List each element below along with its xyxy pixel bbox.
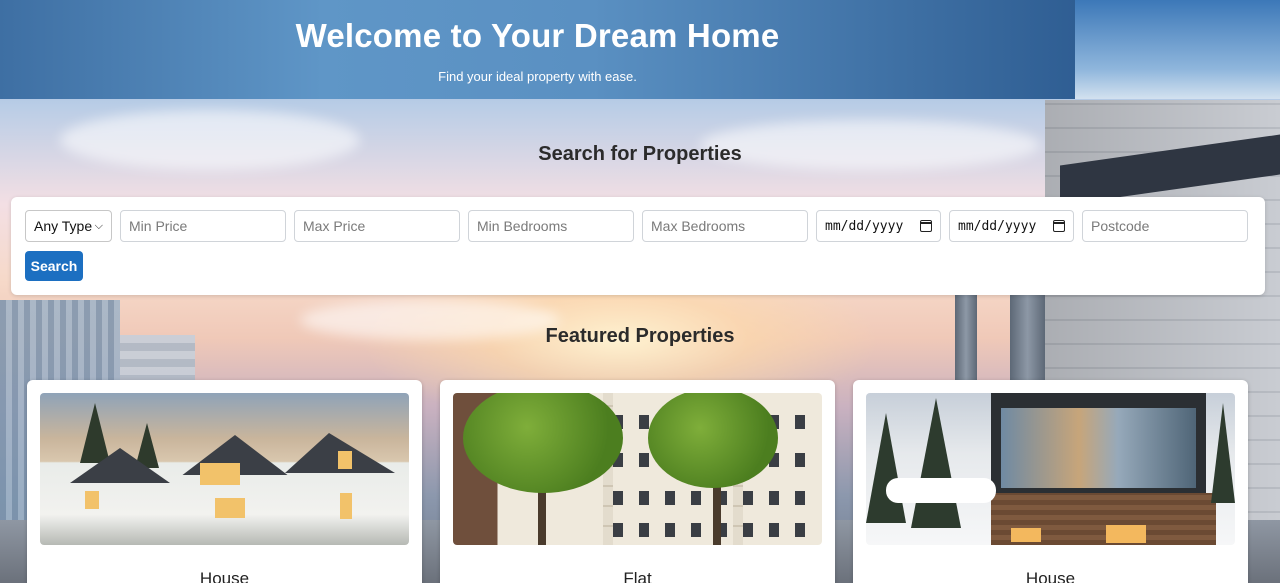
- photo-tree: [1211, 403, 1235, 503]
- photo-glass-wall: [1001, 408, 1196, 488]
- photo-light: [1106, 525, 1146, 543]
- chevron-down-icon: ⌵: [94, 219, 103, 232]
- property-card[interactable]: House: [853, 380, 1248, 583]
- search-section-title: Search for Properties: [538, 143, 742, 165]
- property-card[interactable]: Flat: [440, 380, 835, 583]
- max-price-input[interactable]: Max Price: [294, 210, 460, 242]
- date-to-input[interactable]: mm/dd/yyyy: [949, 210, 1074, 242]
- min-price-input[interactable]: Min Price: [120, 210, 286, 242]
- property-photo[interactable]: [40, 393, 409, 545]
- page-subtitle: Find your ideal property with ease.: [438, 69, 637, 84]
- photo-window: [215, 498, 245, 518]
- postcode-input[interactable]: Postcode: [1082, 210, 1248, 242]
- page-header: Welcome to Your Dream Home Find your ide…: [0, 0, 1075, 99]
- min-bedrooms-placeholder: Min Bedrooms: [477, 218, 568, 234]
- property-photo[interactable]: [866, 393, 1235, 545]
- postcode-placeholder: Postcode: [1091, 218, 1150, 234]
- photo-tree: [866, 413, 906, 523]
- photo-tree: [648, 393, 778, 488]
- header-sky-background: [1075, 0, 1280, 99]
- property-type-label: House: [199, 569, 250, 583]
- property-photo[interactable]: [453, 393, 822, 545]
- property-type-label: Flat: [623, 569, 652, 583]
- photo-window: [200, 463, 240, 485]
- featured-section-title: Featured Properties: [545, 325, 735, 347]
- page-title: Welcome to Your Dream Home: [295, 17, 780, 54]
- photo-window: [85, 491, 99, 509]
- calendar-icon[interactable]: [1053, 220, 1065, 232]
- photo-light: [1011, 528, 1041, 542]
- search-panel: Any Type ⌵ Min Price Max Price Min Bedro…: [11, 197, 1265, 295]
- photo-window: [338, 451, 352, 469]
- property-type-selected-value: Any Type: [34, 218, 93, 234]
- photo-tree: [80, 403, 110, 463]
- calendar-icon[interactable]: [920, 220, 932, 232]
- photo-tree: [463, 393, 623, 493]
- max-price-placeholder: Max Price: [303, 218, 366, 234]
- min-price-placeholder: Min Price: [129, 218, 188, 234]
- property-card[interactable]: House: [27, 380, 422, 583]
- photo-window: [340, 493, 352, 519]
- date-to-value: mm/dd/yyyy: [958, 218, 1037, 234]
- max-bedrooms-input[interactable]: Max Bedrooms: [642, 210, 808, 242]
- search-button[interactable]: Search: [25, 251, 83, 281]
- max-bedrooms-placeholder: Max Bedrooms: [651, 218, 746, 234]
- photo-snow: [886, 478, 996, 503]
- date-from-value: mm/dd/yyyy: [825, 218, 904, 234]
- date-from-input[interactable]: mm/dd/yyyy: [816, 210, 941, 242]
- photo-tree: [911, 398, 961, 528]
- property-type-select[interactable]: Any Type ⌵: [25, 210, 112, 242]
- min-bedrooms-input[interactable]: Min Bedrooms: [468, 210, 634, 242]
- property-type-label: House: [1025, 569, 1076, 583]
